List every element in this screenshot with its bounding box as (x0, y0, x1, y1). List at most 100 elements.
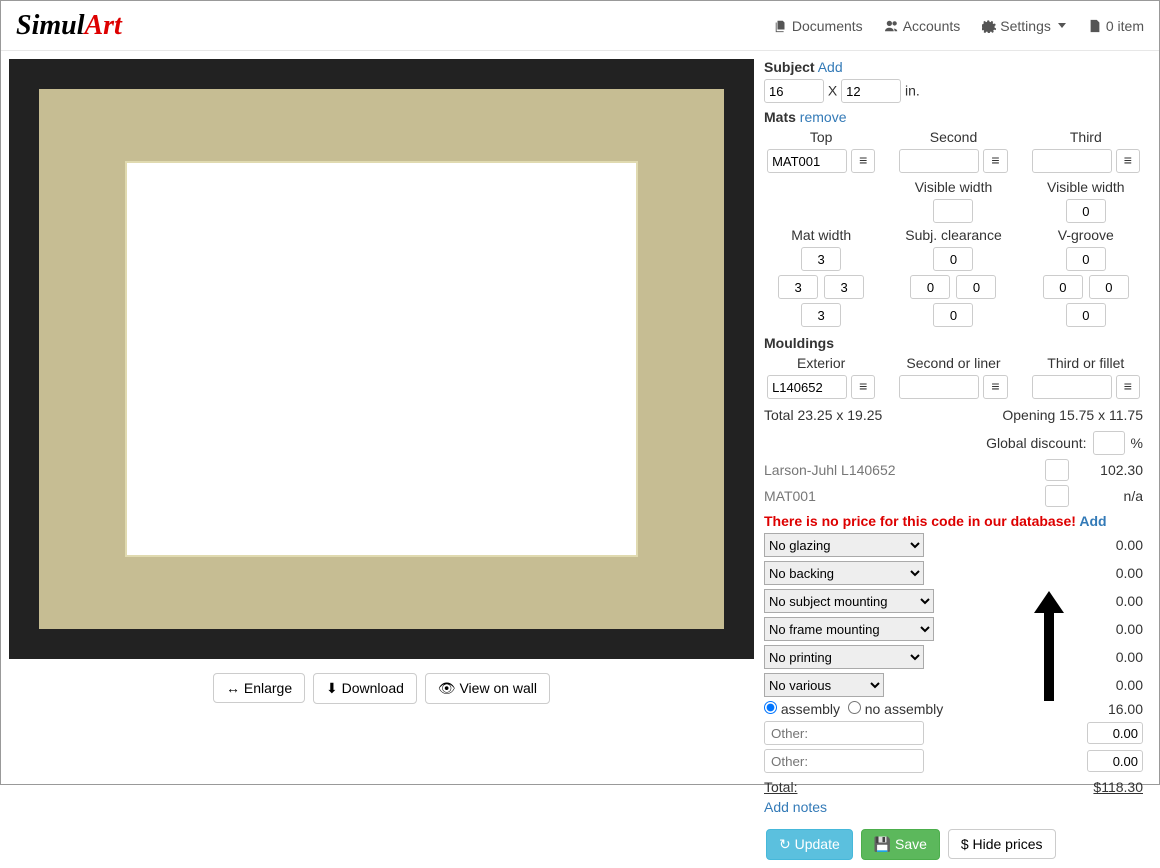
subject-width-input[interactable] (764, 79, 824, 103)
line-moulding: Larson-Juhl L140652 102.30 (764, 459, 1143, 481)
mat-price: n/a (1079, 488, 1143, 504)
m2-picker[interactable]: ≡ (983, 375, 1007, 399)
nav-documents-label: Documents (792, 18, 863, 34)
download-label: Download (342, 680, 404, 696)
mw-left[interactable] (778, 275, 818, 299)
mw-right[interactable] (824, 275, 864, 299)
opening-size: Opening 15.75 x 11.75 (1002, 407, 1143, 423)
nav-cart[interactable]: 0 item (1088, 18, 1144, 34)
mw-bottom[interactable] (801, 303, 841, 327)
file-icon (1088, 19, 1102, 33)
add-notes-link[interactable]: Add notes (764, 799, 827, 815)
other2-input[interactable] (764, 749, 924, 773)
chevron-down-icon (1058, 23, 1066, 28)
other1-input[interactable] (764, 721, 924, 745)
other1-price[interactable] (1087, 722, 1143, 744)
price-warning: There is no price for this code in our d… (764, 513, 1143, 529)
various-select[interactable]: No various (764, 673, 884, 697)
m3-picker[interactable]: ≡ (1116, 375, 1140, 399)
vw2-input[interactable] (933, 199, 973, 223)
various-row: No various 0.00 (764, 673, 1143, 697)
preview-button-row: ↔ Enlarge ⬇ Download 👁 View on wall (9, 673, 754, 704)
moulding-disc[interactable] (1045, 459, 1069, 481)
mats-remove-link[interactable]: remove (800, 109, 847, 125)
other2-row (764, 749, 1143, 773)
ext-label: Exterior (764, 355, 878, 371)
backing-row: No backing 0.00 (764, 561, 1143, 585)
nav-documents[interactable]: Documents (774, 18, 863, 34)
left-panel: ↔ Enlarge ⬇ Download 👁 View on wall (9, 59, 754, 860)
other2-price[interactable] (1087, 750, 1143, 772)
subj-clearance-label: Subj. clearance (896, 227, 1010, 243)
subject-add-link[interactable]: Add (818, 59, 843, 75)
m3-label: Third or fillet (1029, 355, 1143, 371)
various-price: 0.00 (1116, 677, 1143, 693)
unit-label: in. (905, 83, 920, 99)
update-button[interactable]: ↻ Update (766, 829, 853, 860)
sc-bottom[interactable] (933, 303, 973, 327)
mat-second-picker[interactable]: ≡ (983, 149, 1007, 173)
noassembly-label: no assembly (865, 701, 944, 717)
pct-label: % (1131, 435, 1143, 451)
backing-select[interactable]: No backing (764, 561, 924, 585)
nav-settings[interactable]: Settings (982, 18, 1066, 34)
mat-second-input[interactable] (899, 149, 979, 173)
vg-left[interactable] (1043, 275, 1083, 299)
smount-select[interactable]: No subject mounting (764, 589, 934, 613)
frame-preview (9, 59, 754, 659)
noassembly-radio[interactable]: no assembly (848, 701, 943, 717)
mw-top[interactable] (801, 247, 841, 271)
nav-accounts[interactable]: Accounts (885, 18, 961, 34)
fmount-row: No frame mounting 0.00 (764, 617, 1143, 641)
moulding-second-col: Second or liner ≡ (896, 355, 1010, 399)
mat-top-picker[interactable]: ≡ (851, 149, 875, 173)
nav-accounts-label: Accounts (903, 18, 961, 34)
x-label: X (828, 83, 837, 99)
smount-price: 0.00 (1116, 593, 1143, 609)
ext-input[interactable] (767, 375, 847, 399)
sc-left[interactable] (910, 275, 950, 299)
assembly-row: assembly no assembly 16.00 (764, 701, 1143, 717)
view-on-wall-button[interactable]: 👁 View on wall (425, 673, 550, 704)
vg-top[interactable] (1066, 247, 1106, 271)
download-button[interactable]: ⬇ Download (313, 673, 417, 704)
vg-bottom[interactable] (1066, 303, 1106, 327)
mat-width-label: Mat width (764, 227, 878, 243)
mat-third-col: Third ≡ Visible width (1029, 129, 1143, 223)
vg-right[interactable] (1089, 275, 1129, 299)
vw3-input[interactable] (1066, 199, 1106, 223)
printing-select[interactable]: No printing (764, 645, 924, 669)
mat-third-picker[interactable]: ≡ (1116, 149, 1140, 173)
m2-input[interactable] (899, 375, 979, 399)
subject-height-input[interactable] (841, 79, 901, 103)
mat-third-input[interactable] (1032, 149, 1112, 173)
subject-row: Subject Add (764, 59, 1143, 75)
mat-top-input[interactable] (767, 149, 847, 173)
hide-prices-button[interactable]: $ Hide prices (948, 829, 1056, 859)
warning-add-link[interactable]: Add (1079, 513, 1106, 529)
sc-right[interactable] (956, 275, 996, 299)
main: ↔ Enlarge ⬇ Download 👁 View on wall Subj… (1, 51, 1159, 868)
sc-top[interactable] (933, 247, 973, 271)
discount-input[interactable] (1093, 431, 1125, 455)
save-button[interactable]: 💾 Save (861, 829, 940, 860)
mat-top-label: Top (764, 129, 878, 145)
vgroove-col: V-groove (1029, 227, 1143, 327)
navbar: SimulArt Documents Accounts Settings 0 i… (1, 1, 1159, 51)
m3-input[interactable] (1032, 375, 1112, 399)
users-icon (885, 19, 899, 33)
enlarge-label: Enlarge (244, 680, 292, 696)
glazing-price: 0.00 (1116, 537, 1143, 553)
copy-icon (774, 19, 788, 33)
mouldings-header: Mouldings (764, 335, 1143, 351)
ext-picker[interactable]: ≡ (851, 375, 875, 399)
mat-disc[interactable] (1045, 485, 1069, 507)
nav-right: Documents Accounts Settings 0 item (774, 18, 1144, 34)
discount-label: Global discount: (986, 435, 1086, 451)
line-mat: MAT001 n/a (764, 485, 1143, 507)
fmount-select[interactable]: No frame mounting (764, 617, 934, 641)
enlarge-button[interactable]: ↔ Enlarge (213, 673, 305, 703)
glazing-select[interactable]: No glazing (764, 533, 924, 557)
assembly-radio[interactable]: assembly (764, 701, 840, 717)
vgroove-label: V-groove (1029, 227, 1143, 243)
